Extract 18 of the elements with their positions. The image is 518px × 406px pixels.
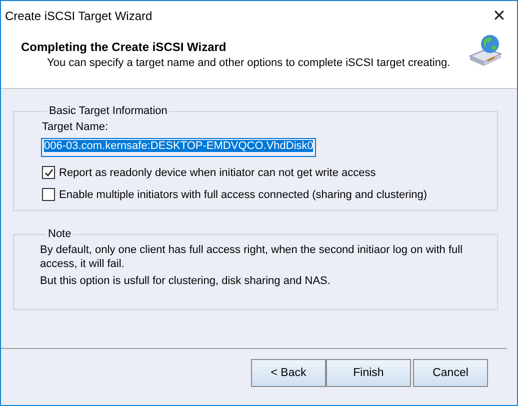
finish-button[interactable]: Finish: [326, 359, 411, 387]
note-text: But this option is usfull for clustering, disk sharing and NAS.: [40, 274, 332, 288]
checkbox-label: Report as readonly device when initiator can not get write access: [59, 166, 376, 178]
cancel-button[interactable]: Cancel: [413, 359, 488, 387]
group-title: Basic Target Information: [48, 105, 168, 117]
field-label: Target Name:: [42, 121, 110, 133]
globe-drive-icon: [467, 34, 503, 68]
checkbox[interactable]: [42, 166, 55, 179]
target-name-field[interactable]: 006-03.com.kernsafe:DESKTOP-EMDVQCO.VhdDisk0: [41, 138, 316, 157]
checkbox-label: Enable multiple initiators with full access connected (sharing and clustering): [59, 188, 428, 200]
close-button[interactable]: ✕: [489, 6, 509, 26]
group-title: Note: [47, 228, 72, 240]
window-title: Create iSCSI Target Wizard: [5, 8, 152, 22]
wizard-title: Completing the Create iSCSI Wizard: [21, 40, 228, 54]
wizard-subtitle: You can specify a target name and other options to complete iSCSI target creating.: [46, 57, 450, 69]
note-text: By default, only one client has full access right, when the second initiaor log on with full access, it will fail.: [40, 243, 464, 271]
checkbox[interactable]: [42, 188, 55, 201]
back-button[interactable]: < Back: [251, 359, 326, 387]
